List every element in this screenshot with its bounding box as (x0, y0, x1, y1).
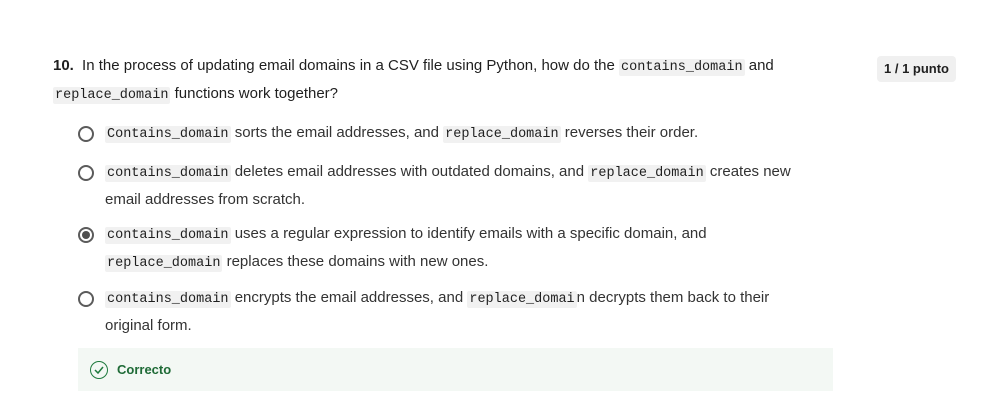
answer-option-4[interactable]: contains_domain encrypts the email addre… (78, 289, 818, 339)
radio-button[interactable] (78, 291, 94, 307)
radio-button[interactable] (78, 126, 94, 142)
option-code-a: Contains_domain (105, 126, 231, 143)
answer-option-2[interactable]: contains_domain deletes email addresses … (78, 163, 818, 213)
option-code-b: replace_domain (588, 165, 706, 182)
option-code-b: replace_domai (467, 291, 577, 308)
option-text-a: encrypts the email addresses, and (234, 289, 464, 306)
option-label: Contains_domain sorts the email addresse… (105, 120, 698, 148)
check-circle-icon (90, 360, 108, 379)
option-text-a: deletes email addresses with outdated do… (234, 163, 585, 180)
radio-button-selected[interactable] (78, 227, 94, 243)
question-text-part-3: functions work together? (174, 85, 339, 102)
question-text: 10. In the process of updating email dom… (53, 53, 813, 109)
option-code-a: contains_domain (105, 165, 231, 182)
option-text-a: sorts the email addresses, and (234, 124, 439, 141)
option-code-b: replace_domain (105, 255, 223, 272)
score-badge: 1 / 1 punto (877, 56, 956, 82)
option-label: contains_domain encrypts the email addre… (105, 285, 818, 339)
option-text-a: uses a regular expression to identify em… (234, 225, 707, 242)
answer-option-3[interactable]: contains_domain uses a regular expressio… (78, 225, 818, 277)
code-contains-domain: contains_domain (619, 59, 745, 76)
option-text-b: replaces these domains with new ones. (226, 253, 489, 270)
answer-option-1[interactable]: Contains_domain sorts the email addresse… (78, 124, 818, 148)
radio-button[interactable] (78, 165, 94, 181)
feedback-correct: Correcto (78, 348, 833, 391)
option-code-a: contains_domain (105, 227, 231, 244)
question-number: 10. (53, 57, 74, 74)
question-text-part-1: In the process of updating email domains… (82, 57, 615, 74)
question-text-part-2: and (748, 57, 774, 74)
option-label: contains_domain deletes email addresses … (105, 159, 818, 213)
option-label: contains_domain uses a regular expressio… (105, 221, 707, 277)
code-replace-domain: replace_domain (53, 87, 171, 104)
option-text-b: reverses their order. (564, 124, 699, 141)
option-code-a: contains_domain (105, 291, 231, 308)
feedback-label: Correcto (117, 362, 172, 377)
option-code-b: replace_domain (443, 126, 561, 143)
